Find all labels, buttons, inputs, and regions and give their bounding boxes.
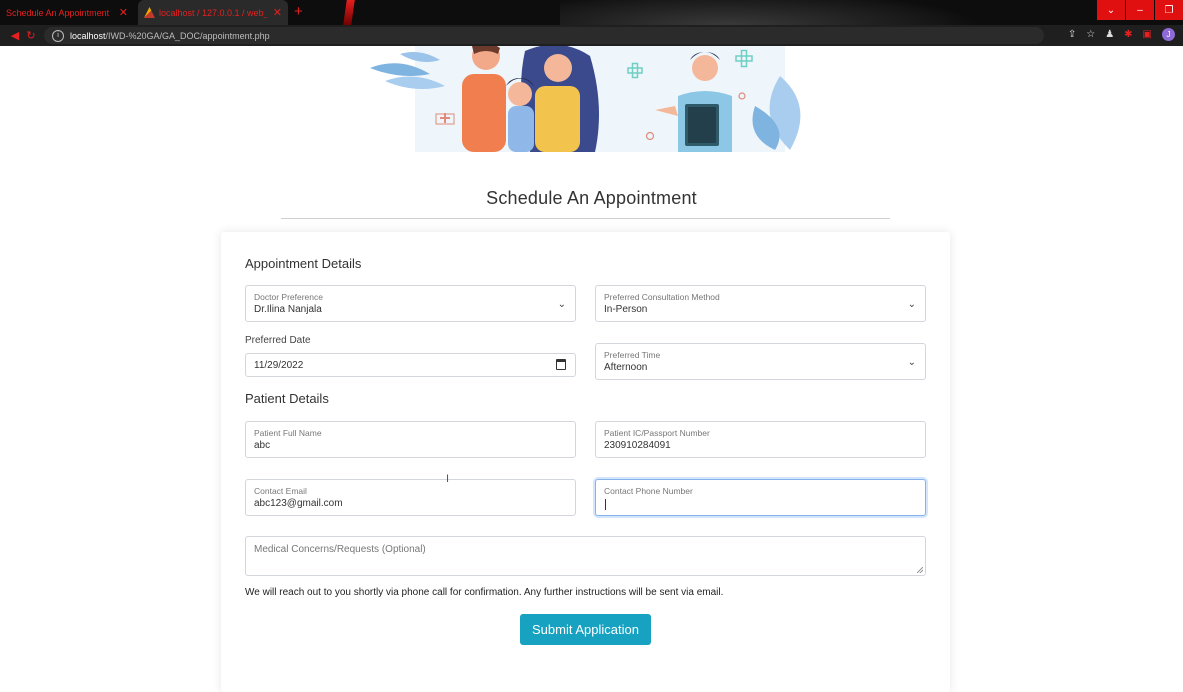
calendar-icon[interactable]: [556, 359, 566, 370]
close-icon[interactable]: ✕: [273, 6, 282, 19]
mouse-ibeam-cursor-icon: I: [446, 473, 450, 485]
window-controls: ⌄ – ❐: [1096, 0, 1183, 20]
chevron-down-icon: ⌄: [907, 357, 916, 368]
patient-full-name-input[interactable]: Patient Full Name abc: [245, 421, 576, 458]
wallpaper-accent: [343, 0, 355, 25]
preferred-date-input[interactable]: 11/29/2022: [245, 353, 576, 377]
chevron-down-icon: ⌄: [907, 299, 916, 310]
restore-button[interactable]: ❐: [1155, 0, 1183, 20]
medical-concerns-textarea[interactable]: Medical Concerns/Requests (Optional): [245, 536, 926, 576]
field-label: Preferred Consultation Method: [604, 292, 720, 302]
extension-icon[interactable]: ♟: [1105, 29, 1114, 40]
field-value: Dr.Ilina Nanjala: [254, 304, 322, 315]
doctor-preference-select[interactable]: Doctor Preference Dr.Ilina Nanjala ⌄: [245, 285, 576, 322]
contact-email-input[interactable]: Contact Email abc123@gmail.com: [245, 479, 576, 516]
back-icon[interactable]: ◀: [8, 29, 22, 42]
contact-phone-input[interactable]: Contact Phone Number: [595, 479, 926, 516]
field-value: In-Person: [604, 304, 648, 315]
field-label: Preferred Time: [604, 350, 661, 360]
preferred-date-label: Preferred Date: [245, 335, 311, 346]
tab-title: Schedule An Appointment: [6, 7, 110, 18]
field-value: abc123@gmail.com: [254, 498, 343, 509]
field-label: Contact Email: [254, 486, 307, 496]
profile-avatar[interactable]: J: [1162, 28, 1175, 41]
submit-application-button[interactable]: Submit Application: [520, 614, 651, 645]
puzzle-icon[interactable]: ✱: [1124, 29, 1132, 40]
text-cursor: [605, 499, 606, 510]
field-label: Contact Phone Number: [604, 486, 693, 496]
appointment-details-heading: Appointment Details: [245, 256, 362, 271]
page-title: Schedule An Appointment: [486, 188, 697, 208]
field-label: Patient Full Name: [254, 428, 322, 438]
tab-title: localhost / 127.0.0.1 / web_assig: [159, 7, 267, 18]
browser-toolbar: ◀ ↻ i localhost /IWD-%20GA/GA_DOC/appoin…: [0, 25, 1183, 46]
browser-tab-bar: Schedule An Appointment ✕ localhost / 12…: [0, 0, 1183, 25]
field-label: Patient IC/Passport Number: [604, 428, 710, 438]
address-path: /IWD-%20GA/GA_DOC/appointment.php: [105, 30, 270, 41]
wallpaper-shape: [560, 0, 980, 25]
patient-ic-input[interactable]: Patient IC/Passport Number 230910284091: [595, 421, 926, 458]
consultation-method-select[interactable]: Preferred Consultation Method In-Person …: [595, 285, 926, 322]
address-bar[interactable]: i localhost /IWD-%20GA/GA_DOC/appointmen…: [44, 27, 1044, 44]
toolbar-actions: ⇪ ☆ ♟ ✱ ▣ J: [1068, 28, 1175, 41]
site-info-icon[interactable]: i: [52, 29, 64, 42]
tab-schedule-appointment[interactable]: Schedule An Appointment ✕: [0, 0, 134, 25]
phpmyadmin-icon: [144, 7, 155, 18]
reload-icon[interactable]: ↻: [24, 29, 38, 42]
bookmark-star-icon[interactable]: ☆: [1086, 29, 1095, 40]
field-value: 230910284091: [604, 440, 671, 451]
preferred-time-select[interactable]: Preferred Time Afternoon ⌄: [595, 343, 926, 380]
field-value: abc: [254, 440, 271, 451]
tab-search-button[interactable]: ⌄: [1097, 0, 1125, 20]
patient-details-heading: Patient Details: [245, 391, 329, 406]
address-host: localhost: [70, 30, 106, 41]
title-divider: [281, 218, 890, 219]
sidebar-icon[interactable]: ▣: [1143, 29, 1152, 40]
chevron-down-icon: ⌄: [557, 299, 566, 310]
field-value: Afternoon: [604, 362, 648, 373]
field-value: 11/29/2022: [254, 360, 304, 371]
hero-illustration: [370, 46, 801, 152]
minimize-button[interactable]: –: [1126, 0, 1154, 20]
field-label: Doctor Preference: [254, 292, 323, 302]
new-tab-button[interactable]: +: [294, 3, 303, 21]
tab-phpmyadmin[interactable]: localhost / 127.0.0.1 / web_assig ✕: [138, 0, 288, 25]
share-icon[interactable]: ⇪: [1068, 29, 1076, 40]
field-label: Medical Concerns/Requests (Optional): [254, 544, 426, 555]
resize-handle-icon[interactable]: [917, 567, 923, 573]
close-icon[interactable]: ✕: [119, 6, 128, 19]
confirmation-notice: We will reach out to you shortly via pho…: [245, 587, 724, 598]
